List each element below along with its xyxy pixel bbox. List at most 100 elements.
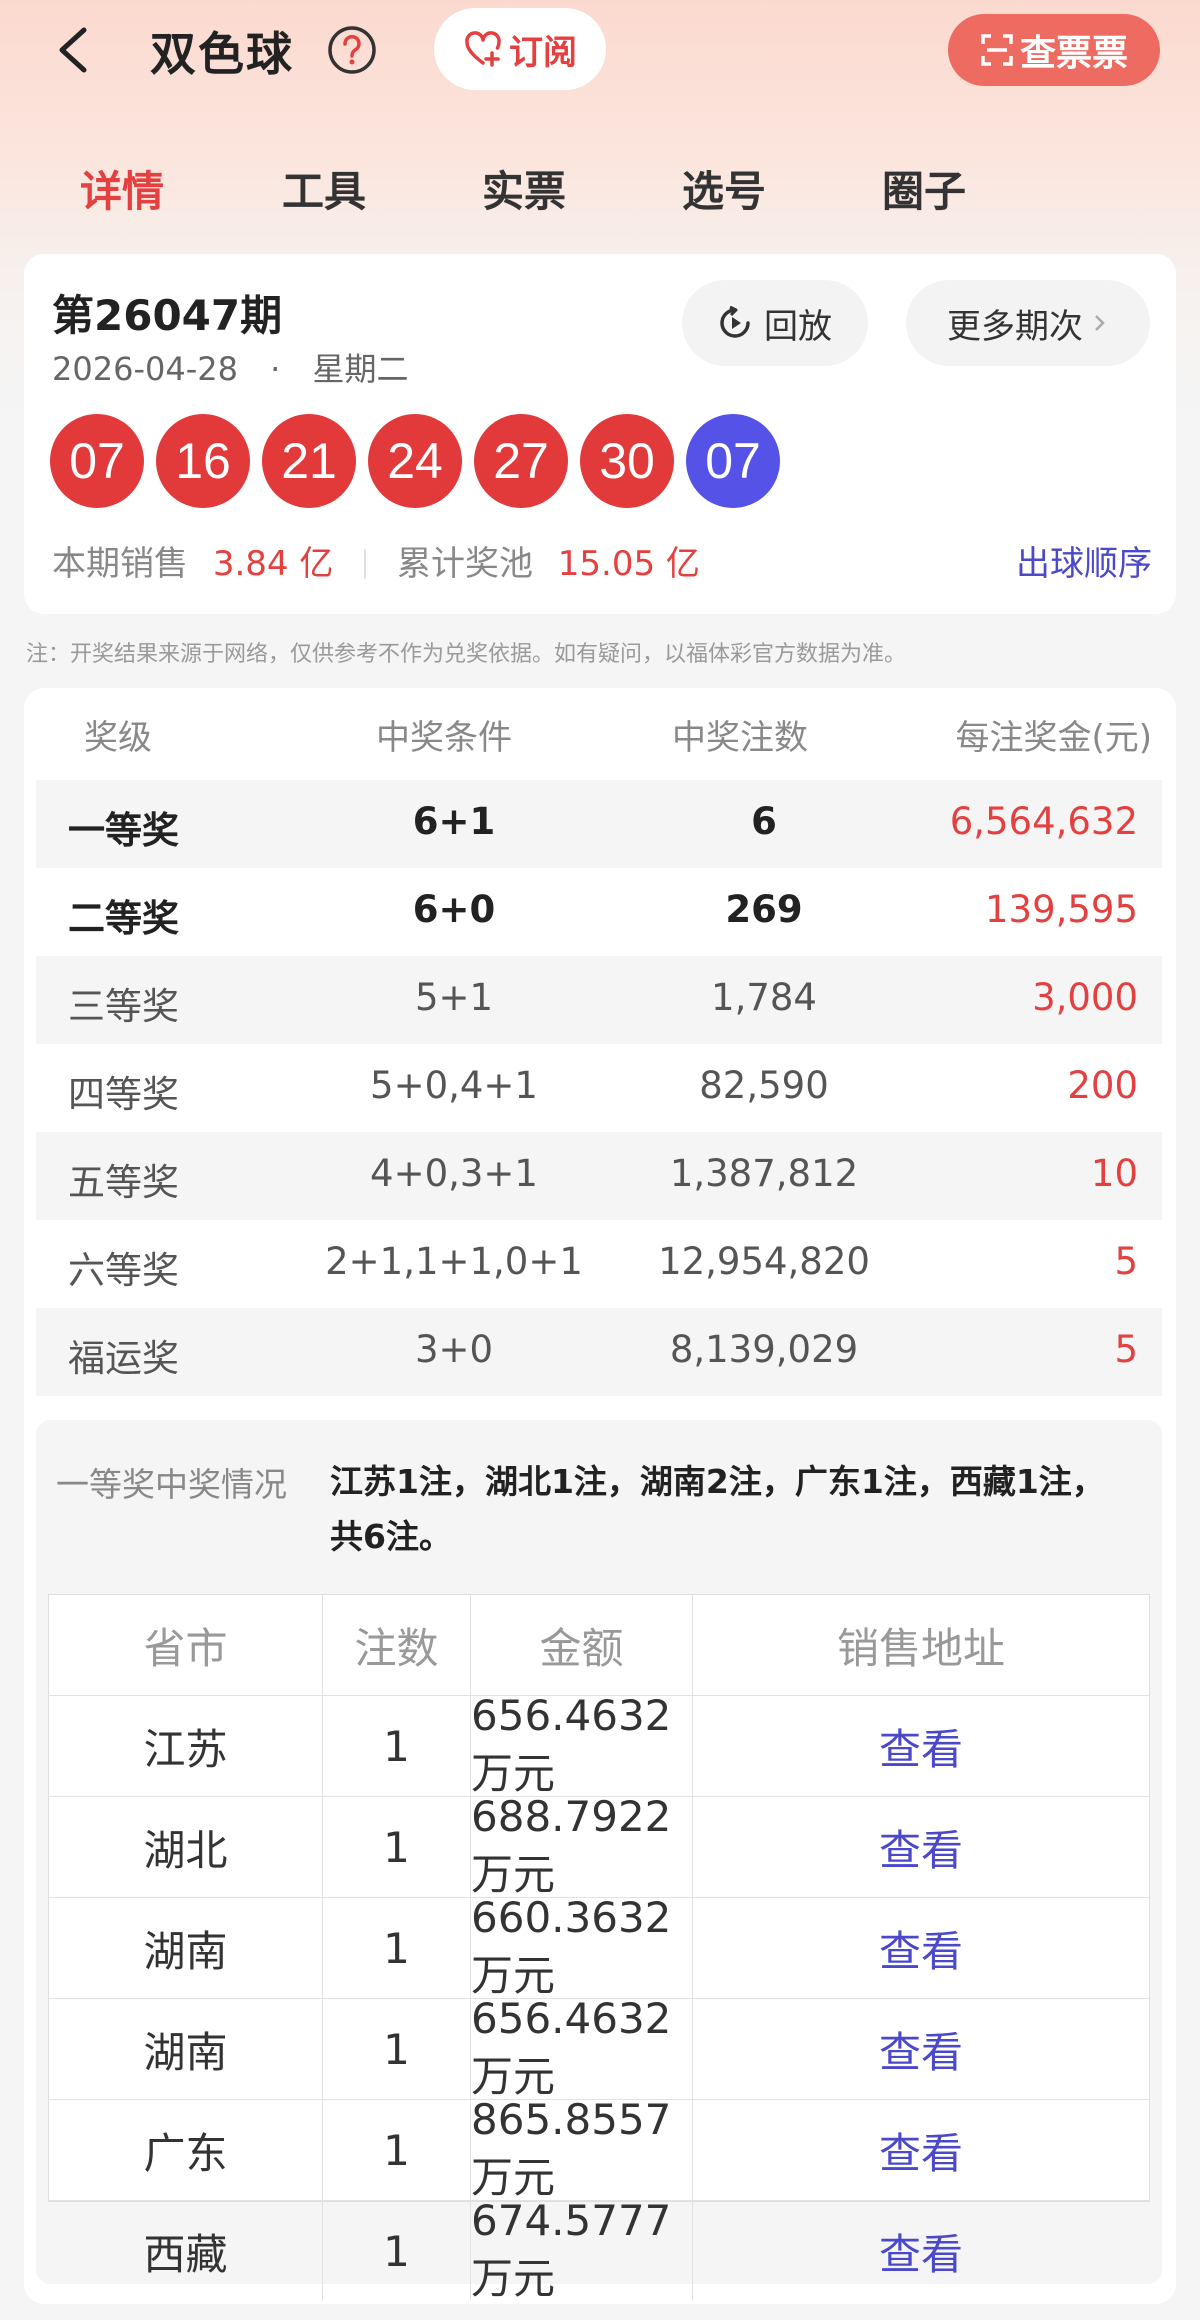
date-separator: · (270, 350, 281, 388)
replay-button[interactable]: 回放 (682, 280, 868, 366)
tab-bar: 详情 工具 实票 选号 圈子 (0, 150, 1200, 230)
check-ticket-label: 查票票 (1019, 33, 1128, 74)
tab-circle[interactable]: 圈子 (882, 158, 966, 219)
view-address-link[interactable]: 查看 (693, 1797, 1149, 1897)
view-address-link[interactable]: 查看 (693, 1898, 1149, 1998)
header-level: 奖级 (84, 718, 152, 758)
disclaimer-note: 注：开奖结果来源于网络，仅供参考不作为兑奖依据。如有疑问，以福体彩官方数据为准。 (26, 642, 907, 667)
province-cell: 广东 (49, 2100, 323, 2200)
red-ball: 21 (262, 414, 356, 508)
prize-amount: 5 (1114, 1240, 1138, 1283)
prize-condition: 2+1,1+1,0+1 (325, 1240, 583, 1283)
prize-row: 三等奖 5+1 1,784 3,000 (36, 956, 1162, 1044)
prize-level: 二等奖 (68, 897, 179, 940)
first-prize-summary: 江苏1注，湖北1注，湖南2注，广东1注，西藏1注，共6注。 (330, 1462, 1105, 1556)
first-prize-table-header: 省市 注数 金额 销售地址 (49, 1595, 1149, 1696)
more-issues-label: 更多期次 (947, 306, 1083, 347)
pool-label: 累计奖池 (396, 544, 533, 584)
prize-condition: 4+0,3+1 (370, 1152, 538, 1195)
page-title: 双色球 (150, 27, 294, 81)
province-cell: 湖北 (49, 1797, 323, 1897)
prize-amount: 3,000 (1032, 976, 1138, 1019)
view-address-link[interactable]: 查看 (693, 1999, 1149, 2099)
first-prize-table: 省市 注数 金额 销售地址 江苏 1 656.4632万元 查看 湖北 1 688.7922万元 查看… (48, 1594, 1150, 2303)
draw-date-line: 2026-04-28 · 星期二 (52, 344, 409, 390)
table-row: 西藏 1 674.5777万元 查看 (49, 2196, 1149, 2303)
draw-result-card: 第26047期 2026-04-28 · 星期二 回放 更多期次 07 16 21 2… (24, 254, 1176, 614)
count-cell: 1 (323, 1999, 471, 2099)
province-cell: 江苏 (49, 1696, 323, 1796)
header-count: 中奖注数 (672, 718, 808, 758)
prize-card: 奖级 中奖条件 中奖注数 每注奖金(元) 一等奖 6+1 6 6,564,632 二等奖… (24, 688, 1176, 2304)
count-cell: 1 (323, 1898, 471, 1998)
prize-count: 1,387,812 (669, 1152, 859, 1195)
table-row: 江苏 1 656.4632万元 查看 (49, 1691, 1149, 1798)
prize-amount: 5 (1114, 1328, 1138, 1371)
prize-condition: 6+0 (412, 888, 496, 931)
draw-date: 2026-04-28 (52, 350, 238, 388)
count-cell: 1 (323, 2201, 471, 2301)
header-count: 注数 (323, 1595, 471, 1695)
tab-real-tickets[interactable]: 实票 (482, 158, 566, 219)
prize-amount: 10 (1090, 1152, 1138, 1195)
view-address-link[interactable]: 查看 (693, 2201, 1149, 2301)
prize-amount: 6,564,632 (949, 800, 1138, 843)
replay-icon (720, 306, 750, 338)
subscribe-button[interactable]: 订阅 (434, 8, 606, 90)
tab-tools[interactable]: 工具 (282, 158, 366, 219)
top-bar: 双色球 订阅 查票票 (0, 0, 1200, 100)
heart-plus-icon (465, 31, 501, 67)
more-issues-button[interactable]: 更多期次 (906, 280, 1150, 366)
prize-condition: 3+0 (414, 1328, 494, 1371)
red-ball: 27 (474, 414, 568, 508)
count-cell: 1 (323, 1696, 471, 1796)
question-circle-icon[interactable] (326, 24, 378, 76)
back-arrow-icon[interactable] (50, 22, 100, 78)
province-cell: 西藏 (49, 2201, 323, 2301)
prize-count: 269 (725, 888, 803, 931)
red-ball: 07 (50, 414, 144, 508)
table-row: 广东 1 865.8557万元 查看 (49, 2095, 1149, 2202)
prize-count: 8,139,029 (669, 1328, 859, 1371)
province-cell: 湖南 (49, 1999, 323, 2099)
prize-condition: 5+0,4+1 (370, 1064, 538, 1107)
province-cell: 湖南 (49, 1898, 323, 1998)
table-row: 湖南 1 656.4632万元 查看 (49, 1994, 1149, 2101)
sales-value: 3.84 亿 (212, 544, 334, 584)
subscribe-label: 订阅 (509, 32, 577, 73)
prize-level: 四等奖 (68, 1073, 179, 1116)
prize-count: 6 (751, 800, 777, 843)
prize-row: 五等奖 4+0,3+1 1,387,812 10 (36, 1132, 1162, 1220)
prize-row: 二等奖 6+0 269 139,595 (36, 868, 1162, 956)
amount-cell: 656.4632万元 (471, 1994, 693, 2101)
amount-cell: 656.4632万元 (471, 1691, 693, 1798)
prize-row: 一等奖 6+1 6 6,564,632 (36, 780, 1162, 868)
view-address-link[interactable]: 查看 (693, 1696, 1149, 1796)
pool-value: 15.05 亿 (557, 544, 700, 584)
header-amount: 金额 (471, 1595, 693, 1695)
issue-number: 第26047期 (52, 291, 283, 340)
blue-ball: 07 (686, 414, 780, 508)
header-amount: 每注奖金(元) (955, 718, 1152, 758)
ball-order-link[interactable]: 出球顺序 (1016, 536, 1152, 585)
tab-pick-numbers[interactable]: 选号 (682, 158, 766, 219)
prize-amount: 200 (1067, 1064, 1138, 1107)
amount-cell: 660.3632万元 (471, 1893, 693, 2000)
tab-details[interactable]: 详情 (80, 158, 164, 219)
prize-row: 四等奖 5+0,4+1 82,590 200 (36, 1044, 1162, 1132)
view-address-link[interactable]: 查看 (693, 2100, 1149, 2200)
divider (364, 549, 367, 579)
first-prize-box: 一等奖中奖情况 江苏1注，湖北1注，湖南2注，广东1注，西藏1注，共6注。 省市… (36, 1420, 1162, 2303)
prize-count: 1,784 (711, 976, 817, 1019)
prize-table-header: 奖级 中奖条件 中奖注数 每注奖金(元) (24, 688, 1176, 780)
red-ball: 30 (580, 414, 674, 508)
header-condition: 中奖条件 (376, 718, 512, 758)
draw-weekday: 星期二 (312, 350, 409, 388)
count-cell: 1 (323, 2100, 471, 2200)
sales-label: 本期销售 (52, 544, 188, 584)
prize-condition: 5+1 (414, 976, 494, 1019)
prize-level: 五等奖 (68, 1161, 179, 1204)
check-ticket-button[interactable]: 查票票 (948, 14, 1160, 86)
red-ball: 24 (368, 414, 462, 508)
sales-info: 本期销售 3.84 亿 累计奖池 15.05 亿 (52, 536, 1152, 586)
